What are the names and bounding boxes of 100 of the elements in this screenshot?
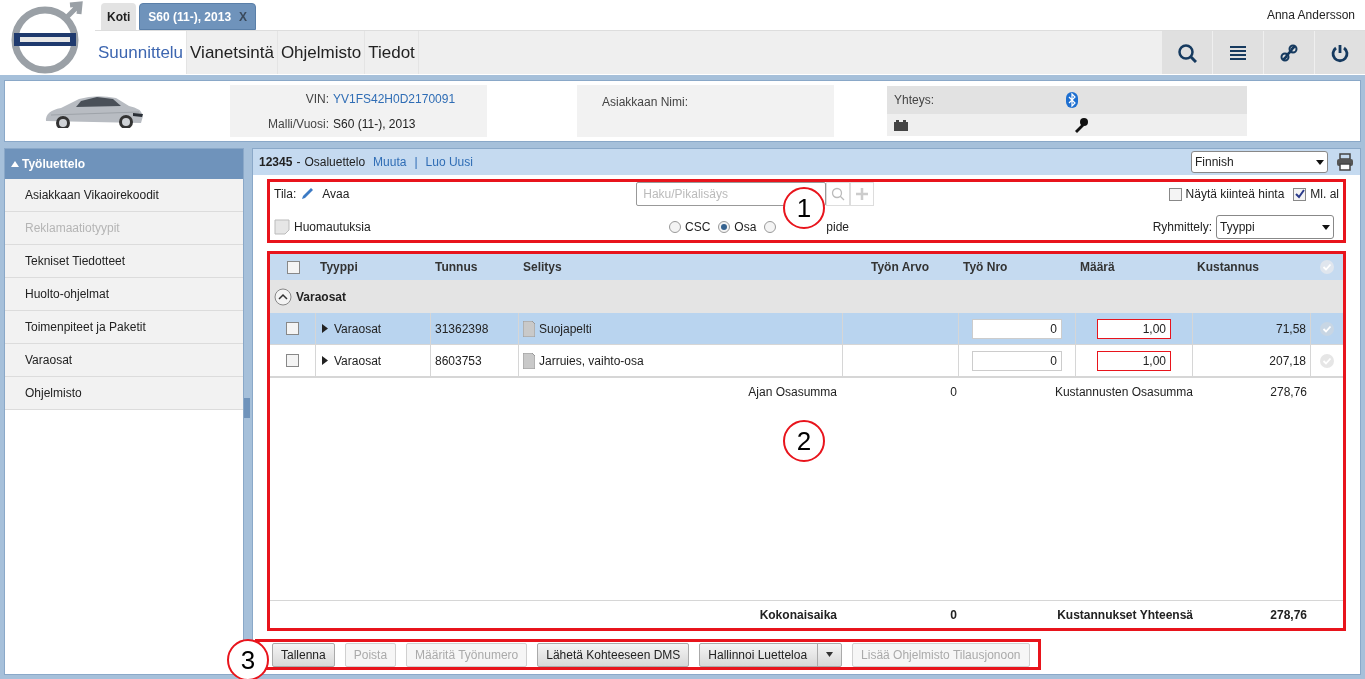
printer-icon <box>1336 153 1354 171</box>
model-value: S60 (11-), 2013 <box>333 115 416 133</box>
power-button[interactable] <box>1315 31 1365 74</box>
summary-label: Kustannukset Yhteensä <box>1057 607 1193 622</box>
summary-value: 278,76 <box>1270 384 1307 399</box>
quantity-field[interactable]: 1,00 <box>1097 318 1171 339</box>
quantity-field[interactable]: 1,00 <box>1097 350 1171 371</box>
sidebar-item[interactable]: Toimenpiteet ja Paketit <box>5 311 243 344</box>
list-name: Osaluettelo <box>304 154 366 171</box>
sidebar-item[interactable]: Huolto-ohjelmat <box>5 278 243 311</box>
nav-tab[interactable]: Vianetsintä <box>187 31 278 74</box>
grouping-dropdown[interactable]: Tyyppi <box>1216 215 1334 239</box>
column-header[interactable]: Kustannus <box>1197 260 1259 274</box>
checkbox[interactable] <box>286 354 299 367</box>
radio-button[interactable] <box>764 221 777 233</box>
summary-label: Ajan Osasumma <box>748 384 837 399</box>
pencil-icon <box>300 187 315 201</box>
checkbox-label: Näytä kiinteä hinta <box>1185 186 1285 203</box>
separator-text: - <box>296 154 301 171</box>
notes-label: Huomautuksia <box>294 219 372 236</box>
table-row[interactable]: Varaosat 8603753 Jarruies, vaihto-osa 0 1,00 207,18 <box>270 345 1343 377</box>
column-header[interactable]: Työ Nro <box>963 260 1008 274</box>
search-icon <box>831 187 846 201</box>
check-circle-icon <box>1320 353 1334 368</box>
button[interactable]: Tallenna <box>272 642 335 667</box>
checkbox[interactable] <box>286 260 300 274</box>
note-icon <box>274 219 290 235</box>
column-header[interactable]: Tunnus <box>435 260 478 274</box>
checkbox[interactable] <box>1293 187 1307 201</box>
summary-label: Kokonaisaika <box>759 607 837 622</box>
table-cell-text: Varaosat <box>334 320 382 338</box>
nav-tab[interactable]: Tiedot <box>365 31 419 74</box>
sidebar-item[interactable]: Ohjelmisto <box>5 377 243 410</box>
check-circle-icon <box>1320 321 1334 336</box>
battery-icon <box>894 119 908 131</box>
radio-button[interactable] <box>718 221 731 233</box>
column-header[interactable]: Tyyppi <box>320 260 358 274</box>
radio-button[interactable] <box>669 221 681 233</box>
table-cell-text: Suojapelti <box>539 320 592 338</box>
table-row[interactable]: Varaosat 31362398 Suojapelti 0 1,00 71,58 <box>270 313 1343 345</box>
nav-tab[interactable]: Suunnittelu <box>95 31 188 74</box>
table-cell-text: 31362398 <box>435 320 489 338</box>
document-icon <box>523 320 535 337</box>
caret-icon <box>1316 159 1324 165</box>
sidebar-item[interactable]: Varaosat <box>5 344 243 377</box>
column-header[interactable]: Määrä <box>1080 260 1115 274</box>
callout-number: 1 <box>783 187 825 229</box>
bluetooth-icon <box>1066 92 1078 108</box>
sidebar-item[interactable]: Asiakkaan Vikaoirekoodit <box>5 179 243 212</box>
field-label: Ryhmittely: <box>1152 219 1212 236</box>
search-icon <box>1177 42 1197 63</box>
callout-number: 3 <box>227 639 269 679</box>
expand-arrow-icon <box>322 356 328 365</box>
sidebar-item[interactable]: Tekniset Tiedotteet <box>5 245 243 278</box>
check-circle-icon <box>1320 260 1334 274</box>
search-button[interactable] <box>1162 31 1212 74</box>
user-name: Anna Andersson <box>1266 7 1355 24</box>
checkbox-label: Ml. al <box>1310 186 1339 203</box>
collapse-handle[interactable] <box>244 398 250 418</box>
field-label: VIN: <box>304 90 330 108</box>
column-header[interactable]: Selitys <box>523 260 562 274</box>
table-cell-text: 71,58 <box>1275 320 1306 338</box>
split-button[interactable]: Hallinnoi Luetteloa <box>699 642 843 667</box>
job-number-field[interactable]: 0 <box>972 318 1062 339</box>
language-dropdown[interactable]: Finnish <box>1191 151 1328 173</box>
radio-label: pide <box>826 219 850 236</box>
link-button[interactable] <box>1264 31 1314 74</box>
field-label: Malli/Vuosi: <box>267 115 330 133</box>
checkbox[interactable] <box>1168 187 1182 201</box>
expand-arrow-icon <box>322 324 328 333</box>
group-label: Varaosat <box>296 288 347 306</box>
button[interactable]: Lähetä Kohteeseen DMS <box>537 642 690 667</box>
link-icon <box>1279 42 1299 63</box>
summary-value: 278,76 <box>1270 607 1307 622</box>
summary-label: Kustannusten Osasumma <box>1054 384 1193 399</box>
column-header[interactable]: Työn Arvo <box>871 260 929 274</box>
callout-number: 2 <box>783 420 825 462</box>
nav-tab[interactable]: Ohjelmisto <box>277 31 366 74</box>
plus-icon <box>855 187 870 201</box>
vin-value: YV1FS42H0D2170091 <box>333 90 456 108</box>
table-cell-text: Varaosat <box>334 352 382 370</box>
table-cell-text: 207,18 <box>1269 352 1306 370</box>
table-cell-text: Jarruies, vaihto-osa <box>539 352 644 370</box>
caret-icon <box>826 652 834 657</box>
table-cell-text: 8603753 <box>435 352 482 370</box>
key-icon <box>1073 117 1089 133</box>
radio-label: CSC <box>685 219 711 236</box>
summary-value: 0 <box>950 384 957 399</box>
link[interactable]: Luo Uusi <box>425 153 473 171</box>
check-icon <box>1294 189 1305 199</box>
link-divider: | <box>413 154 419 171</box>
power-icon <box>1330 42 1350 63</box>
field-label: Asiakkaan Nimi: <box>602 95 689 109</box>
document-icon <box>523 352 535 369</box>
link[interactable]: Muuta <box>373 153 407 171</box>
checkbox[interactable] <box>286 322 299 335</box>
list-number: 12345 <box>259 154 293 171</box>
menu-button[interactable] <box>1213 31 1263 74</box>
job-number-field[interactable]: 0 <box>972 350 1062 371</box>
tab[interactable]: Koti <box>101 3 137 30</box>
